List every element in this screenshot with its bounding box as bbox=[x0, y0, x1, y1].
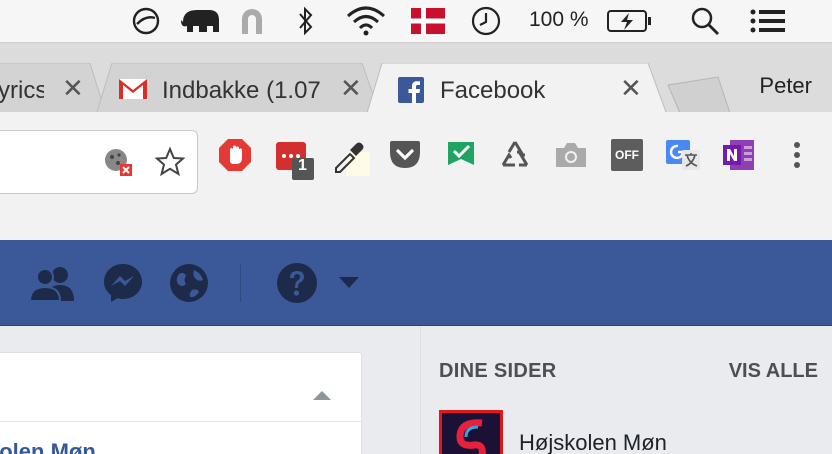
toolbar-divider bbox=[240, 264, 241, 302]
extension-badge: 1 bbox=[298, 157, 307, 174]
tab-gmail[interactable]: Indbakke (1.07 ✕ bbox=[96, 63, 380, 115]
pages-sidebar: DINE SIDER VIS ALLE Højskolen Møn bbox=[420, 326, 832, 454]
sync-extension-icon[interactable]: 1 bbox=[274, 138, 318, 182]
time-machine-icon[interactable] bbox=[468, 6, 504, 36]
gmail-icon bbox=[118, 77, 148, 106]
tab-strip: yrics ✕ Indbakke (1.07 ✕ Facebook ✕ Pete… bbox=[0, 42, 832, 123]
star-bookmark-icon[interactable] bbox=[154, 146, 186, 182]
camera-icon[interactable] bbox=[554, 138, 588, 172]
page-avatar[interactable] bbox=[439, 410, 503, 454]
messenger-icon[interactable] bbox=[98, 258, 148, 308]
close-icon[interactable]: ✕ bbox=[620, 75, 642, 101]
close-icon[interactable]: ✕ bbox=[62, 75, 84, 101]
off-toggle-icon[interactable]: OFF bbox=[610, 138, 644, 172]
eyedropper-icon[interactable] bbox=[332, 138, 372, 178]
help-question-icon[interactable] bbox=[272, 258, 322, 308]
page-name[interactable]: Højskolen Møn bbox=[519, 430, 667, 454]
facebook-icon bbox=[398, 77, 424, 108]
facebook-content: kolen Møn DINE SIDER VIS ALLE Højskolen … bbox=[0, 326, 832, 454]
card-divider bbox=[0, 421, 361, 422]
wifi-icon[interactable] bbox=[344, 6, 388, 36]
magnet-icon[interactable] bbox=[236, 6, 268, 36]
tab-title: Facebook bbox=[440, 77, 546, 104]
chrome-menu-icon[interactable] bbox=[780, 138, 814, 172]
pocket-icon[interactable] bbox=[388, 138, 422, 172]
notifications-globe-icon[interactable] bbox=[164, 258, 214, 308]
battery-charging-icon[interactable] bbox=[606, 6, 654, 36]
tab-lyrics[interactable]: yrics ✕ bbox=[0, 63, 108, 115]
close-icon[interactable]: ✕ bbox=[340, 75, 362, 101]
browser-toolbar: 1 OFF bbox=[0, 112, 832, 240]
facebook-top-bar bbox=[0, 240, 832, 326]
adblock-icon[interactable] bbox=[218, 138, 252, 172]
profile-name[interactable]: Peter bbox=[759, 73, 812, 99]
your-pages-heading: DINE SIDER bbox=[439, 360, 557, 382]
macos-menubar: 100 % bbox=[0, 0, 832, 42]
dropdown-caret-icon[interactable] bbox=[326, 258, 372, 308]
off-label: OFF bbox=[615, 148, 639, 162]
danish-flag-icon[interactable] bbox=[410, 6, 446, 36]
todoist-check-icon[interactable] bbox=[444, 138, 478, 172]
feed-card: kolen Møn bbox=[0, 352, 362, 454]
tab-title: yrics bbox=[0, 77, 44, 104]
spotlight-search-icon[interactable] bbox=[688, 6, 722, 36]
see-all-link[interactable]: VIS ALLE bbox=[729, 360, 818, 383]
block-cookies-icon[interactable] bbox=[103, 147, 135, 184]
notification-center-icon[interactable] bbox=[748, 6, 788, 36]
recycle-icon[interactable] bbox=[498, 138, 532, 172]
friend-requests-icon[interactable] bbox=[28, 258, 78, 308]
page-link[interactable]: kolen Møn bbox=[0, 439, 96, 454]
tab-title: Indbakke (1.07 bbox=[162, 77, 321, 104]
do-not-disturb-icon[interactable] bbox=[130, 6, 162, 36]
bluetooth-icon[interactable] bbox=[292, 6, 320, 36]
collapse-caret-icon[interactable] bbox=[313, 391, 331, 400]
new-tab-button[interactable] bbox=[664, 63, 734, 115]
google-translate-icon[interactable] bbox=[666, 138, 702, 174]
address-bar[interactable] bbox=[0, 130, 198, 194]
onenote-icon[interactable] bbox=[722, 138, 756, 172]
battery-percent: 100 % bbox=[529, 8, 589, 31]
evernote-elephant-icon[interactable] bbox=[178, 6, 224, 36]
